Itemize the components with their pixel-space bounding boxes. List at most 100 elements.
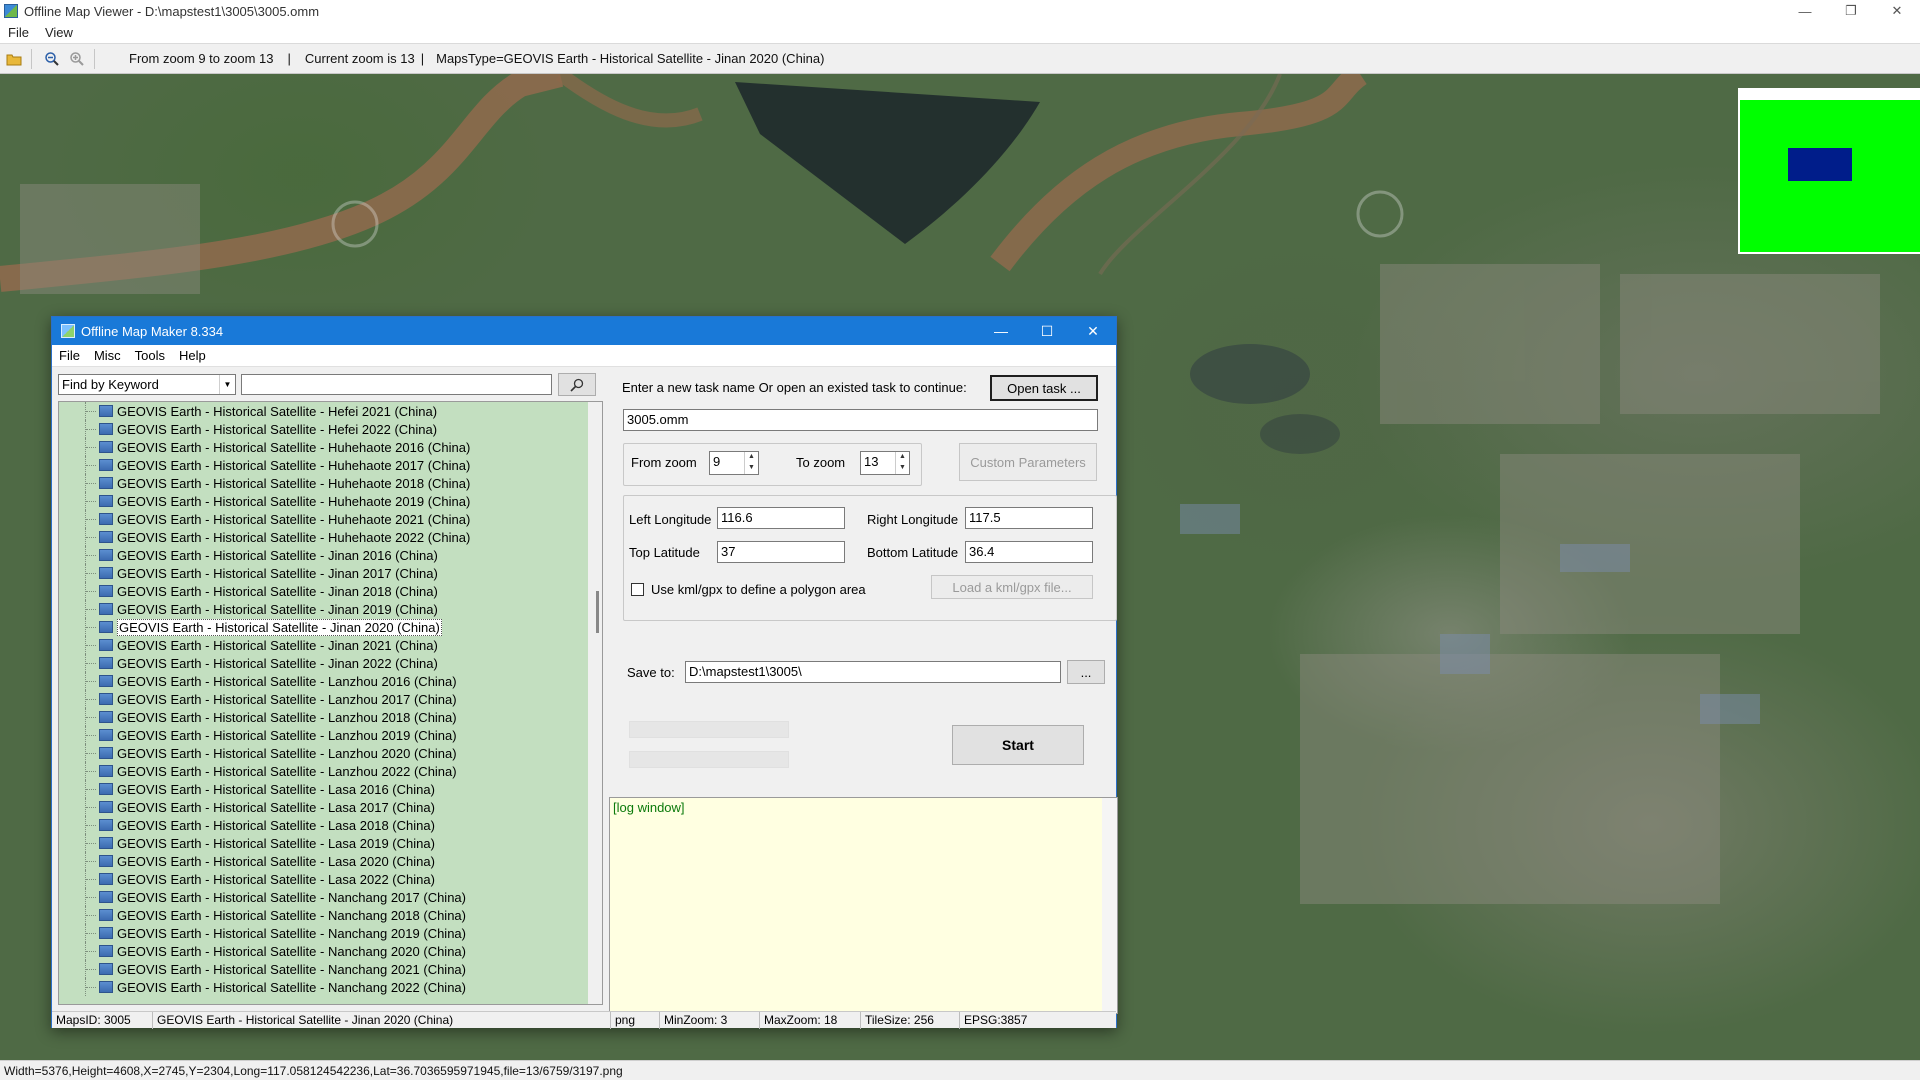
tree-item[interactable]: GEOVIS Earth - Historical Satellite - La… — [59, 834, 602, 852]
dialog-minimize-button[interactable]: — — [978, 317, 1024, 345]
left-longitude-input[interactable]: 116.6 — [717, 507, 845, 529]
tree-item[interactable]: GEOVIS Earth - Historical Satellite - Na… — [59, 978, 602, 996]
dialog-maximize-button[interactable]: ☐ — [1024, 317, 1070, 345]
search-button[interactable] — [558, 373, 596, 396]
tree-item[interactable]: GEOVIS Earth - Historical Satellite - Ji… — [59, 600, 602, 618]
search-input[interactable] — [241, 374, 552, 395]
map-layer-icon — [99, 513, 113, 525]
from-zoom-arrows[interactable]: ▲ ▼ — [744, 452, 758, 474]
dialog-menu-help[interactable]: Help — [172, 348, 213, 363]
zoom-out-icon[interactable] — [41, 48, 63, 70]
tree-connector — [86, 465, 96, 466]
overview-viewport[interactable] — [1788, 148, 1852, 181]
tree-item[interactable]: GEOVIS Earth - Historical Satellite - La… — [59, 870, 602, 888]
app-icon — [4, 4, 18, 18]
log-window[interactable]: [log window] — [609, 797, 1118, 1014]
to-zoom-arrows[interactable]: ▲ ▼ — [895, 452, 909, 474]
zoom-in-icon[interactable] — [66, 48, 88, 70]
current-zoom-info: Current zoom is 13 — [304, 51, 415, 66]
status-format: png — [611, 1012, 660, 1029]
map-layer-icon — [99, 765, 113, 777]
from-zoom-stepper[interactable]: 9 ▲ ▼ — [709, 451, 759, 475]
tree-item[interactable]: GEOVIS Earth - Historical Satellite - Ji… — [59, 582, 602, 600]
open-folder-icon[interactable] — [3, 48, 25, 70]
right-longitude-input[interactable]: 117.5 — [965, 507, 1093, 529]
tree-item[interactable]: GEOVIS Earth - Historical Satellite - Ji… — [59, 546, 602, 564]
tree-item[interactable]: GEOVIS Earth - Historical Satellite - Ji… — [59, 636, 602, 654]
map-layer-icon — [99, 891, 113, 903]
dialog-menu-misc[interactable]: Misc — [87, 348, 128, 363]
tree-connector — [86, 969, 96, 970]
tree-item[interactable]: GEOVIS Earth - Historical Satellite - La… — [59, 726, 602, 744]
menu-view[interactable]: View — [37, 25, 81, 40]
to-zoom-value: 13 — [864, 454, 879, 469]
bottom-latitude-input[interactable]: 36.4 — [965, 541, 1093, 563]
tree-connector — [86, 879, 96, 880]
tree-item[interactable]: GEOVIS Earth - Historical Satellite - La… — [59, 690, 602, 708]
tree-item[interactable]: GEOVIS Earth - Historical Satellite - La… — [59, 816, 602, 834]
tree-item[interactable]: GEOVIS Earth - Historical Satellite - La… — [59, 852, 602, 870]
tree-item-label: GEOVIS Earth - Historical Satellite - Hu… — [117, 511, 471, 527]
tree-item[interactable]: GEOVIS Earth - Historical Satellite - La… — [59, 708, 602, 726]
log-scrollbar[interactable] — [1102, 798, 1117, 1013]
menu-file[interactable]: File — [0, 25, 37, 40]
map-maker-dialog: Offline Map Maker 8.334 — ☐ ✕ File Misc … — [51, 316, 1118, 1029]
maximize-button[interactable]: ❐ — [1828, 0, 1874, 22]
tree-item[interactable]: GEOVIS Earth - Historical Satellite - Hu… — [59, 528, 602, 546]
tree-item[interactable]: GEOVIS Earth - Historical Satellite - Ji… — [59, 654, 602, 672]
tree-connector — [86, 897, 96, 898]
viewer-titlebar: Offline Map Viewer - D:\mapstest1\3005\3… — [0, 0, 1920, 22]
tree-item[interactable]: GEOVIS Earth - Historical Satellite - Hu… — [59, 438, 602, 456]
tree-item[interactable]: GEOVIS Earth - Historical Satellite - Na… — [59, 906, 602, 924]
chevron-down-icon[interactable]: ▼ — [219, 375, 235, 394]
tree-item[interactable]: GEOVIS Earth - Historical Satellite - Ji… — [59, 564, 602, 582]
tree-item-label: GEOVIS Earth - Historical Satellite - Hu… — [117, 457, 471, 473]
map-type-tree[interactable]: GEOVIS Earth - Historical Satellite - He… — [58, 401, 603, 1005]
status-min-zoom: MinZoom: 3 — [660, 1012, 760, 1029]
dialog-menu-tools[interactable]: Tools — [128, 348, 172, 363]
close-button[interactable]: ✕ — [1874, 0, 1920, 22]
tree-item[interactable]: GEOVIS Earth - Historical Satellite - Na… — [59, 924, 602, 942]
open-task-button[interactable]: Open task ... — [990, 375, 1098, 401]
spin-down-icon[interactable]: ▼ — [896, 463, 909, 474]
tree-item[interactable]: GEOVIS Earth - Historical Satellite - La… — [59, 744, 602, 762]
overview-minimap[interactable] — [1738, 88, 1920, 254]
tree-item[interactable]: GEOVIS Earth - Historical Satellite - Hu… — [59, 474, 602, 492]
map-layer-icon — [99, 477, 113, 489]
dialog-menu-file[interactable]: File — [52, 348, 87, 363]
map-layer-icon — [99, 405, 113, 417]
search-mode-select[interactable]: Find by Keyword ▼ — [58, 374, 236, 395]
to-zoom-stepper[interactable]: 13 ▲ ▼ — [860, 451, 910, 475]
tree-item[interactable]: GEOVIS Earth - Historical Satellite - He… — [59, 402, 602, 420]
custom-parameters-button[interactable]: Custom Parameters — [959, 443, 1097, 481]
tree-connector — [86, 933, 96, 934]
tree-item[interactable]: GEOVIS Earth - Historical Satellite - Hu… — [59, 492, 602, 510]
kml-polygon-checkbox[interactable] — [631, 583, 644, 596]
tree-item[interactable]: GEOVIS Earth - Historical Satellite - He… — [59, 420, 602, 438]
tree-item[interactable]: GEOVIS Earth - Historical Satellite - La… — [59, 780, 602, 798]
tree-item[interactable]: GEOVIS Earth - Historical Satellite - Hu… — [59, 510, 602, 528]
load-kml-button[interactable]: Load a kml/gpx file... — [931, 575, 1093, 599]
tree-item[interactable]: GEOVIS Earth - Historical Satellite - La… — [59, 798, 602, 816]
spin-up-icon[interactable]: ▲ — [745, 452, 758, 463]
tree-item[interactable]: GEOVIS Earth - Historical Satellite - Na… — [59, 888, 602, 906]
dialog-close-button[interactable]: ✕ — [1070, 317, 1116, 345]
spin-up-icon[interactable]: ▲ — [896, 452, 909, 463]
kml-polygon-label: Use kml/gpx to define a polygon area — [651, 582, 866, 597]
map-layer-icon — [99, 693, 113, 705]
window-controls: — ❐ ✕ — [1782, 0, 1920, 22]
tree-item[interactable]: GEOVIS Earth - Historical Satellite - Na… — [59, 960, 602, 978]
tree-item[interactable]: GEOVIS Earth - Historical Satellite - La… — [59, 672, 602, 690]
tree-item[interactable]: GEOVIS Earth - Historical Satellite - La… — [59, 762, 602, 780]
spin-down-icon[interactable]: ▼ — [745, 463, 758, 474]
start-button[interactable]: Start — [952, 725, 1084, 765]
tree-item[interactable]: GEOVIS Earth - Historical Satellite - Hu… — [59, 456, 602, 474]
tree-item[interactable]: GEOVIS Earth - Historical Satellite - Ji… — [59, 618, 602, 636]
minimize-button[interactable]: — — [1782, 0, 1828, 22]
tree-connector — [86, 771, 96, 772]
task-name-input[interactable]: 3005.omm — [623, 409, 1098, 431]
save-to-input[interactable]: D:\mapstest1\3005\ — [685, 661, 1061, 683]
browse-button[interactable]: ... — [1067, 660, 1105, 684]
tree-item[interactable]: GEOVIS Earth - Historical Satellite - Na… — [59, 942, 602, 960]
top-latitude-input[interactable]: 37 — [717, 541, 845, 563]
